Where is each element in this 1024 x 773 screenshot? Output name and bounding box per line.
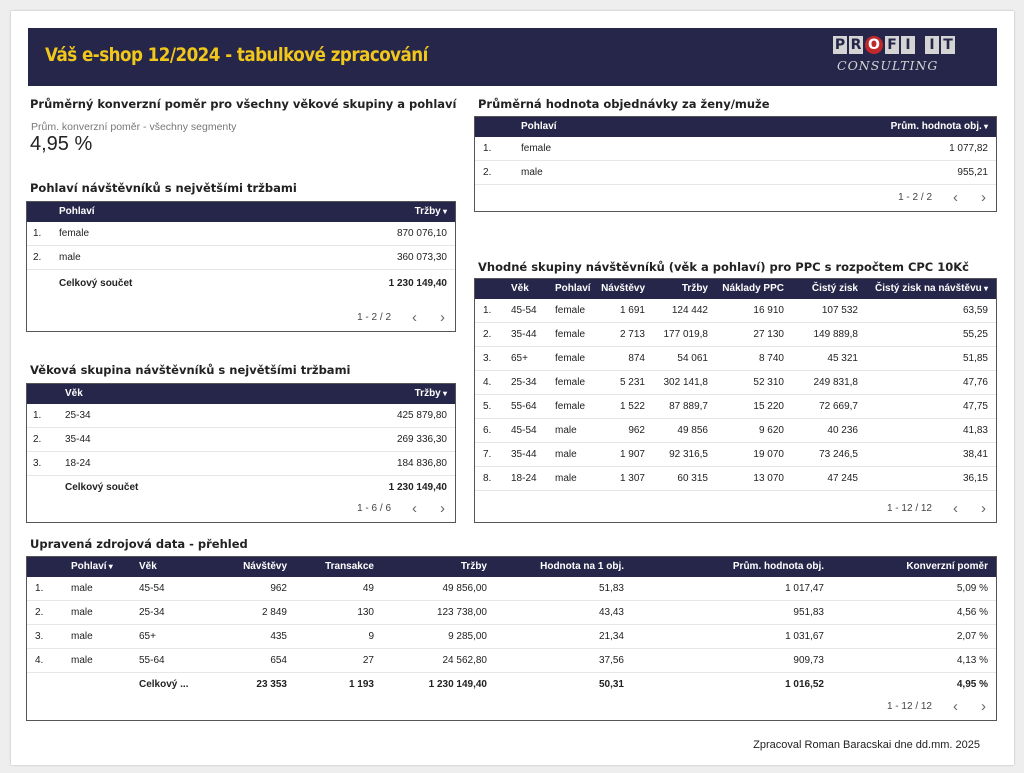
table-row: 1. female 1 077,82	[475, 137, 996, 161]
pagination: 1 - 2 / 2 ‹ ›	[796, 187, 996, 211]
col-trzby[interactable]: Tržby	[461, 557, 487, 577]
gender-revenue-title: Pohlaví návštěvníků s největšími tržbami	[30, 181, 297, 195]
table-row: 2. 35-44 269 336,30	[27, 428, 455, 452]
table-total-row: Celkový součet 1 230 149,40	[59, 278, 447, 289]
ppc-title: Vhodné skupiny návštěvníků (věk a pohlav…	[478, 260, 969, 274]
table-row: 2. male 955,21	[475, 161, 996, 185]
chevron-left-icon[interactable]: ‹	[953, 500, 958, 517]
ppc-table: Věk Pohlaví Návštěvy Tržby Náklady PPC Č…	[474, 278, 997, 523]
col-vek[interactable]: Věk	[65, 384, 83, 404]
kpi-title: Průměrný konverzní poměr pro všechny věk…	[30, 97, 457, 111]
table-row: 3. 18-24 184 836,80	[27, 452, 455, 476]
table-row: 1. 25-34 425 879,80	[27, 404, 455, 428]
col-navstevy[interactable]: Návštěvy	[601, 279, 645, 299]
table-header: Pohlaví Věk Návštěvy Transakce Tržby Hod…	[27, 557, 996, 577]
col-transakce[interactable]: Transakce	[325, 557, 374, 577]
page-indicator: 1 - 12 / 12	[886, 503, 932, 514]
col-trzby[interactable]: Tržby	[415, 202, 447, 222]
page-indicator: 1 - 2 / 2	[898, 192, 932, 203]
chevron-right-icon[interactable]: ›	[440, 309, 445, 326]
page-indicator: 1 - 6 / 6	[357, 503, 391, 514]
col-trzby[interactable]: Tržby	[682, 279, 708, 299]
col-pohlavi[interactable]: Pohlaví	[59, 202, 95, 222]
table-row: 7. 35-44 male 1 907 92 316,5 19 070 73 246,5 38…	[475, 443, 996, 467]
table-row: 4. 25-34 female 5 231 302 141,8 52 310 249 831…	[475, 371, 996, 395]
col-pohlavi[interactable]: Pohlaví	[521, 117, 557, 137]
table-row: 4. male 55-64 654 27 24 562,80 37,56 909,73 4,13…	[27, 649, 996, 673]
table-header: Pohlaví Prům. hodnota obj.	[475, 117, 996, 137]
pagination: 1 - 6 / 6 ‹ ›	[255, 498, 455, 522]
chevron-left-icon[interactable]: ‹	[953, 189, 958, 206]
col-naklady-ppc[interactable]: Náklady PPC	[722, 279, 784, 299]
col-cisty-zisk-na-navstevu[interactable]: Čistý zisk na návštěvu	[875, 279, 988, 299]
table-row: 2. 35-44 female 2 713 177 019,8 27 130 149 889…	[475, 323, 996, 347]
page-indicator: 1 - 2 / 2	[357, 312, 391, 323]
table-header: Pohlaví Tržby	[27, 202, 455, 222]
table-header: Věk Pohlaví Návštěvy Tržby Náklady PPC Č…	[475, 279, 996, 299]
table-row: 1. female 870 076,10	[27, 222, 455, 246]
age-revenue-table: Věk Tržby 1. 25-34 425 879,80 2. 35-44 2…	[26, 383, 456, 523]
table-total-row: Celkový ... 23 353 1 193 1 230 149,40 50…	[139, 679, 988, 690]
chevron-left-icon[interactable]: ‹	[953, 698, 958, 715]
page-indicator: 1 - 12 / 12	[886, 701, 932, 712]
order-value-title: Průměrná hodnota objednávky za ženy/muže	[478, 97, 770, 111]
col-prum-hodnota[interactable]: Prům. hodnota obj.	[891, 117, 988, 137]
age-revenue-title: Věková skupina návštěvníků s největšími …	[30, 363, 351, 377]
kpi-label: Prům. konverzní poměr - všechny segmenty	[31, 121, 237, 133]
table-row: 5. 55-64 female 1 522 87 889,7 15 220 72 669,7…	[475, 395, 996, 419]
report-header: Váš e-shop 12/2024 - tabulkové zpracován…	[28, 28, 997, 86]
col-cisty-zisk[interactable]: Čistý zisk	[812, 279, 858, 299]
col-vek[interactable]: Věk	[511, 279, 529, 299]
chevron-right-icon[interactable]: ›	[981, 500, 986, 517]
col-navstevy[interactable]: Návštěvy	[243, 557, 287, 577]
table-row: 6. 45-54 male 962 49 856 9 620 40 236 41,83	[475, 419, 996, 443]
chevron-right-icon[interactable]: ›	[981, 189, 986, 206]
table-row: 1. 45-54 female 1 691 124 442 16 910 107 532 63…	[475, 299, 996, 323]
table-row: 1. male 45-54 962 49 49 856,00 51,83 1 017,47 5,…	[27, 577, 996, 601]
col-vek[interactable]: Věk	[139, 557, 157, 577]
chevron-left-icon[interactable]: ‹	[412, 309, 417, 326]
col-trzby[interactable]: Tržby	[415, 384, 447, 404]
table-row: 3. 65+ female 874 54 061 8 740 45 321 51,85	[475, 347, 996, 371]
source-title: Upravená zdrojová data - přehled	[30, 537, 248, 551]
table-total-row: Celkový součet 1 230 149,40	[65, 482, 447, 493]
report-title: Váš e-shop 12/2024 - tabulkové zpracován…	[45, 44, 428, 66]
chevron-left-icon[interactable]: ‹	[412, 500, 417, 517]
report-page: Váš e-shop 12/2024 - tabulkové zpracován…	[11, 11, 1014, 765]
pagination: 1 - 12 / 12 ‹ ›	[796, 696, 996, 720]
col-hodnota-na-1-obj[interactable]: Hodnota na 1 obj.	[540, 557, 624, 577]
profit-consulting-logo: P R O F I I T CONSULTING	[833, 36, 983, 78]
col-konverzni-pomer[interactable]: Konverzní poměr	[906, 557, 988, 577]
col-prum-hodnota-obj[interactable]: Prům. hodnota obj.	[733, 557, 824, 577]
gender-revenue-table: Pohlaví Tržby 1. female 870 076,10 2. ma…	[26, 201, 456, 332]
pagination: 1 - 12 / 12 ‹ ›	[796, 498, 996, 522]
col-pohlavi[interactable]: Pohlaví	[555, 279, 591, 299]
table-header: Věk Tržby	[27, 384, 455, 404]
table-row: 2. male 360 073,30	[27, 246, 455, 270]
chevron-right-icon[interactable]: ›	[440, 500, 445, 517]
chevron-right-icon[interactable]: ›	[981, 698, 986, 715]
kpi-value: 4,95 %	[30, 133, 93, 155]
table-row: 2. male 25-34 2 849 130 123 738,00 43,43 951,83…	[27, 601, 996, 625]
order-value-table: Pohlaví Prům. hodnota obj. 1. female 1 0…	[474, 116, 997, 212]
table-row: 8. 18-24 male 1 307 60 315 13 070 47 245 36,15	[475, 467, 996, 491]
source-table: Pohlaví Věk Návštěvy Transakce Tržby Hod…	[26, 556, 997, 721]
author-note: Zpracoval Roman Baracskai dne dd.mm. 202…	[753, 739, 980, 751]
pagination: 1 - 2 / 2 ‹ ›	[255, 307, 455, 331]
table-row: 3. male 65+ 435 9 9 285,00 21,34 1 031,67 2,07 %	[27, 625, 996, 649]
col-pohlavi[interactable]: Pohlaví	[71, 557, 113, 577]
